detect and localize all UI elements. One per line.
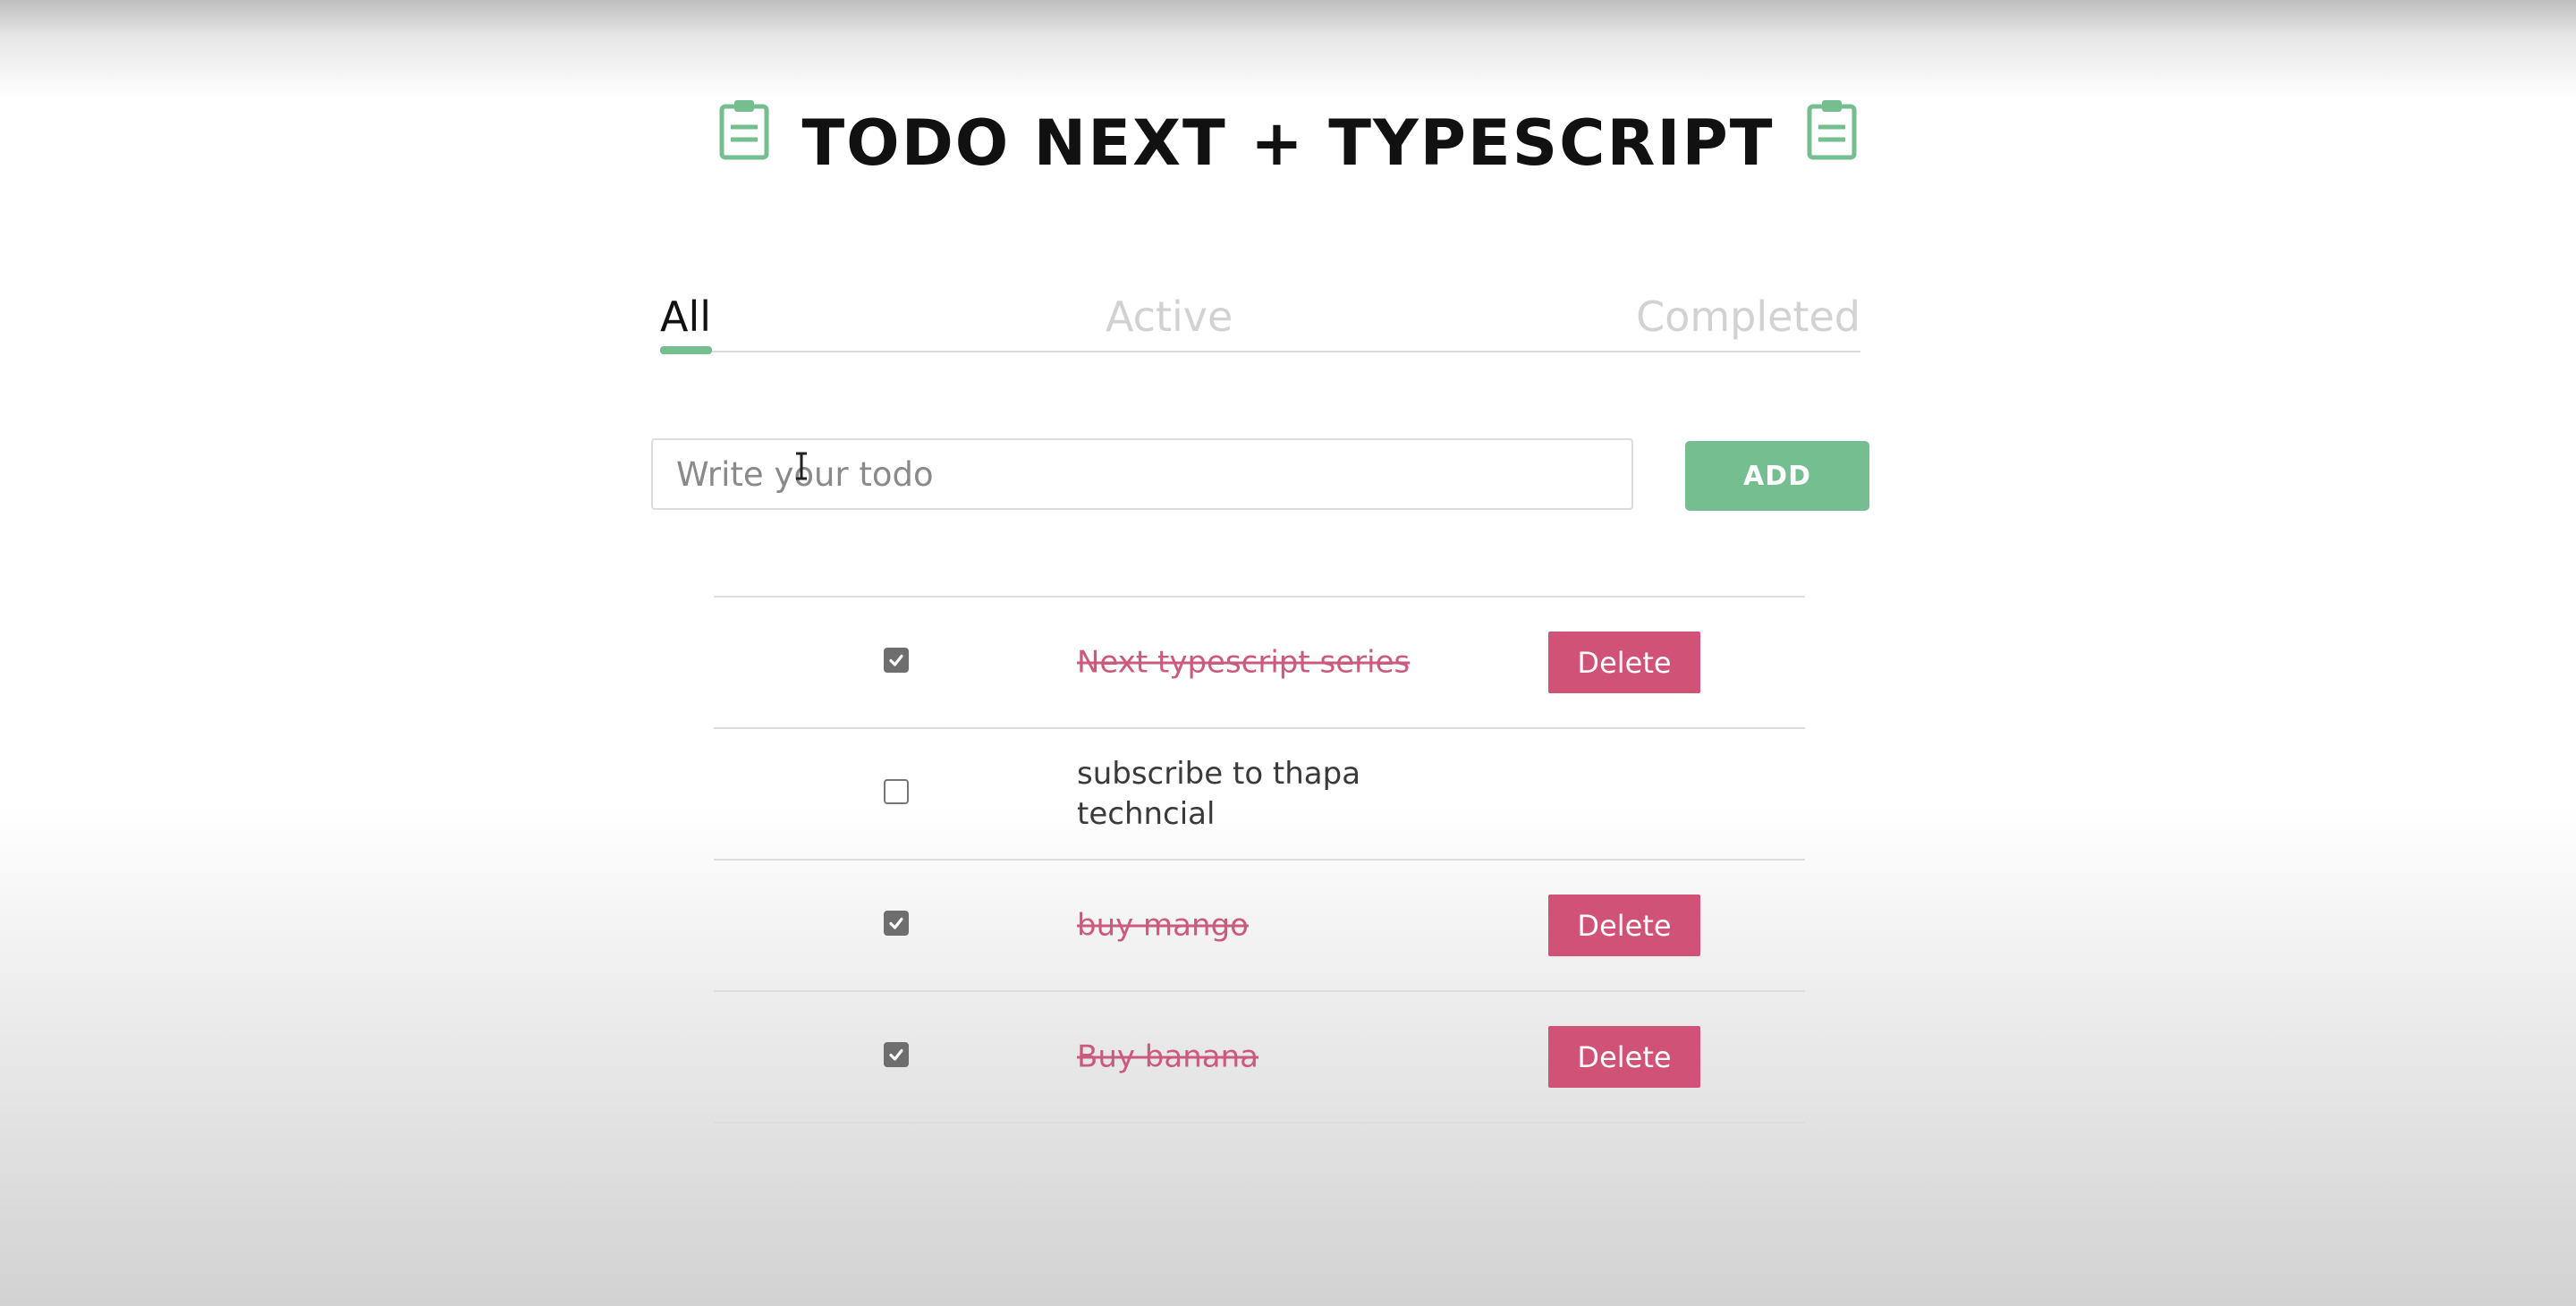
tab-completed[interactable]: Completed: [1636, 284, 1860, 349]
check-icon: [889, 917, 903, 929]
list-item: Next typescript series Delete: [714, 598, 1805, 729]
check-icon: [889, 1048, 903, 1061]
todo-text: Buy banana: [1077, 1039, 1258, 1074]
todo-checkbox[interactable]: [884, 1042, 909, 1067]
todo-text: buy mango: [1077, 907, 1249, 943]
check-icon: [889, 654, 903, 666]
todo-text: Next typescript series: [1077, 644, 1411, 680]
list-item: buy mango Delete: [714, 861, 1805, 992]
page-title: TODO NEXT + TYPESCRIPT: [801, 106, 1775, 180]
delete-button[interactable]: Delete: [1548, 1026, 1700, 1088]
clipboard-icon: [1807, 100, 1857, 160]
tab-active[interactable]: Active: [1106, 284, 1233, 349]
list-item: subscribe to thapa techncial: [714, 729, 1805, 861]
tab-completed-label: Completed: [1636, 293, 1860, 341]
filter-tabs: All Active Completed: [660, 284, 1860, 354]
list-item: Buy banana Delete: [714, 992, 1805, 1124]
delete-button[interactable]: Delete: [1548, 632, 1700, 693]
app-header: TODO NEXT + TYPESCRIPT: [0, 98, 2576, 188]
clipboard-icon: [719, 100, 769, 160]
tab-active-label: Active: [1106, 293, 1233, 341]
tab-all[interactable]: All: [660, 284, 712, 354]
delete-button[interactable]: Delete: [1548, 895, 1700, 956]
todo-checkbox[interactable]: [884, 911, 909, 936]
tab-all-label: All: [660, 293, 712, 341]
todo-checkbox[interactable]: [884, 779, 909, 804]
text-cursor-icon: [796, 452, 807, 480]
add-button[interactable]: ADD: [1685, 441, 1869, 511]
todo-list: Next typescript series Delete subscribe …: [714, 596, 1805, 1124]
todo-text: subscribe to thapa techncial: [1077, 755, 1361, 832]
active-tab-indicator: [660, 346, 712, 354]
todo-checkbox[interactable]: [884, 648, 909, 673]
